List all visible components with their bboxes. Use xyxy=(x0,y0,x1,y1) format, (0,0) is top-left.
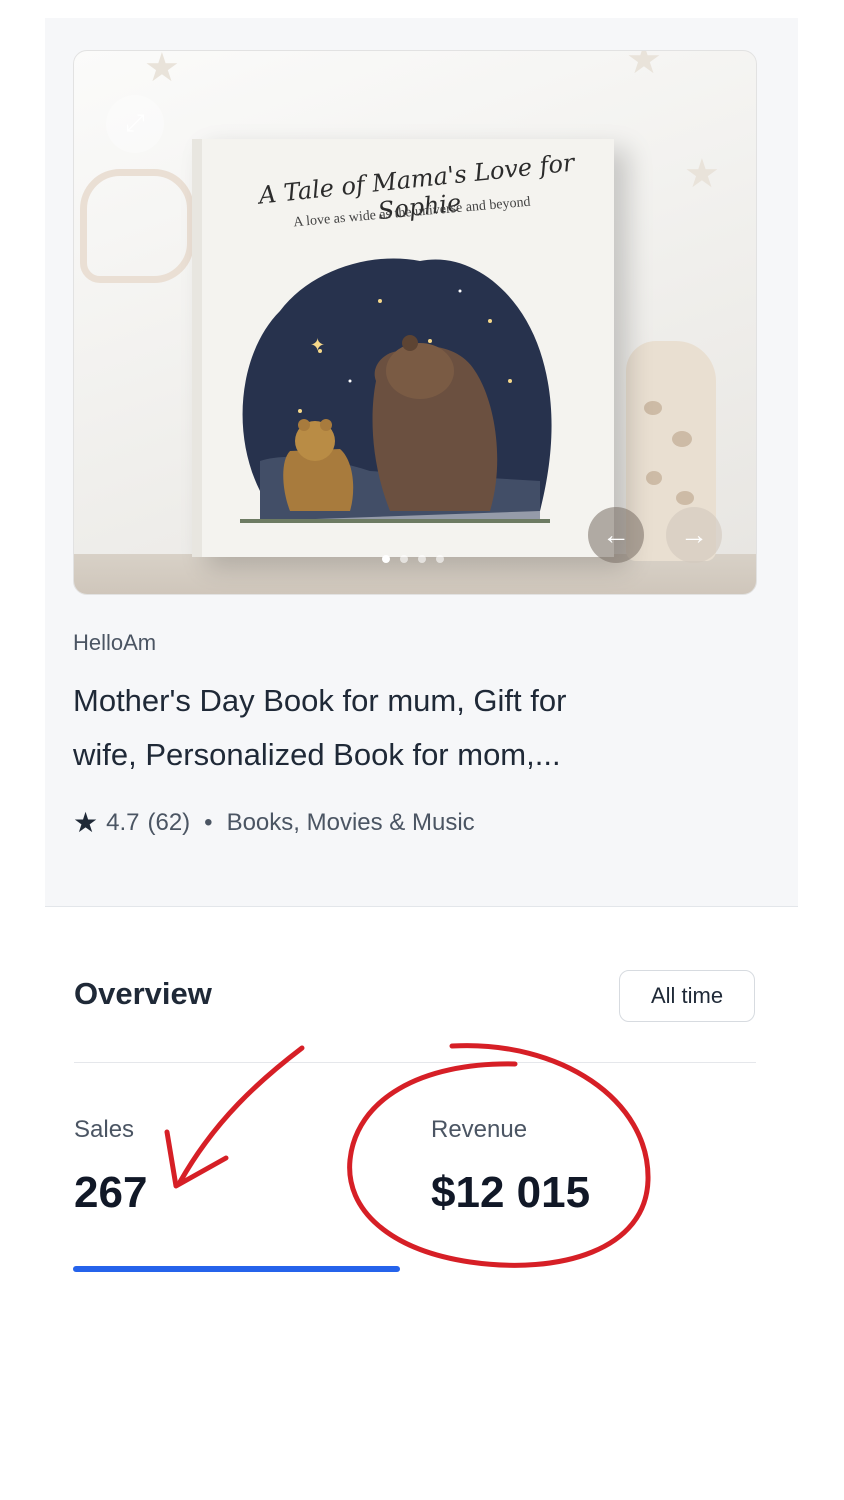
sales-value[interactable]: 267 xyxy=(74,1168,147,1218)
product-title[interactable]: Mother's Day Book for mum, Gift for wife… xyxy=(73,674,713,782)
category-label: Books, Movies & Music xyxy=(226,808,475,836)
sales-label[interactable]: Sales xyxy=(74,1116,134,1144)
revenue-value[interactable]: $12 015 xyxy=(431,1168,590,1218)
arrow-annotation xyxy=(177,1045,305,1185)
time-range-selector[interactable]: All time xyxy=(619,970,755,1022)
active-tab-indicator xyxy=(73,1266,400,1272)
bears-illustration: ✦ xyxy=(240,258,552,523)
svg-text:✦: ✦ xyxy=(310,335,325,355)
product-image-carousel[interactable]: ★ ★ ★ A Tale of Mama's Love for Sophie A… xyxy=(73,50,757,595)
circle-annotation xyxy=(347,1043,651,1268)
revenue-label[interactable]: Revenue xyxy=(431,1116,527,1144)
arrow-left-icon: ← xyxy=(602,519,630,550)
carousel-dot[interactable] xyxy=(436,555,444,563)
overview-title: Overview xyxy=(74,976,212,1011)
arrow-head-annotation xyxy=(164,1129,229,1189)
meta-separator: • xyxy=(204,808,213,836)
carousel-dot[interactable] xyxy=(418,555,426,563)
shop-name[interactable]: HelloAm xyxy=(73,630,156,656)
product-title-line: Mother's Day Book for mum, Gift for xyxy=(73,683,567,718)
cloud-decoration xyxy=(80,169,194,283)
star-decoration: ★ xyxy=(626,50,662,82)
expand-image-button[interactable]: ⤢ xyxy=(106,95,164,153)
product-card[interactable]: ★ ★ ★ A Tale of Mama's Love for Sophie A… xyxy=(45,18,798,907)
product-title-line: wife, Personalized Book for mom,... xyxy=(73,737,561,772)
carousel-dot[interactable] xyxy=(382,555,390,563)
expand-icon: ⤢ xyxy=(125,110,145,137)
next-image-button[interactable]: → xyxy=(666,507,722,563)
arrow-right-icon: → xyxy=(680,519,708,550)
previous-image-button[interactable]: ← xyxy=(588,507,644,563)
star-decoration: ★ xyxy=(684,152,720,196)
product-meta: ★ 4.7 (62) • Books, Movies & Music xyxy=(73,806,475,839)
review-count: (62) xyxy=(147,808,191,836)
divider xyxy=(74,1062,756,1063)
carousel-dot[interactable] xyxy=(400,555,408,563)
carousel-dots xyxy=(382,555,444,563)
rating-value: 4.7 xyxy=(106,808,140,836)
star-decoration: ★ xyxy=(144,50,180,90)
star-icon: ★ xyxy=(73,807,99,838)
book-cover: A Tale of Mama's Love for Sophie A love … xyxy=(192,139,614,557)
